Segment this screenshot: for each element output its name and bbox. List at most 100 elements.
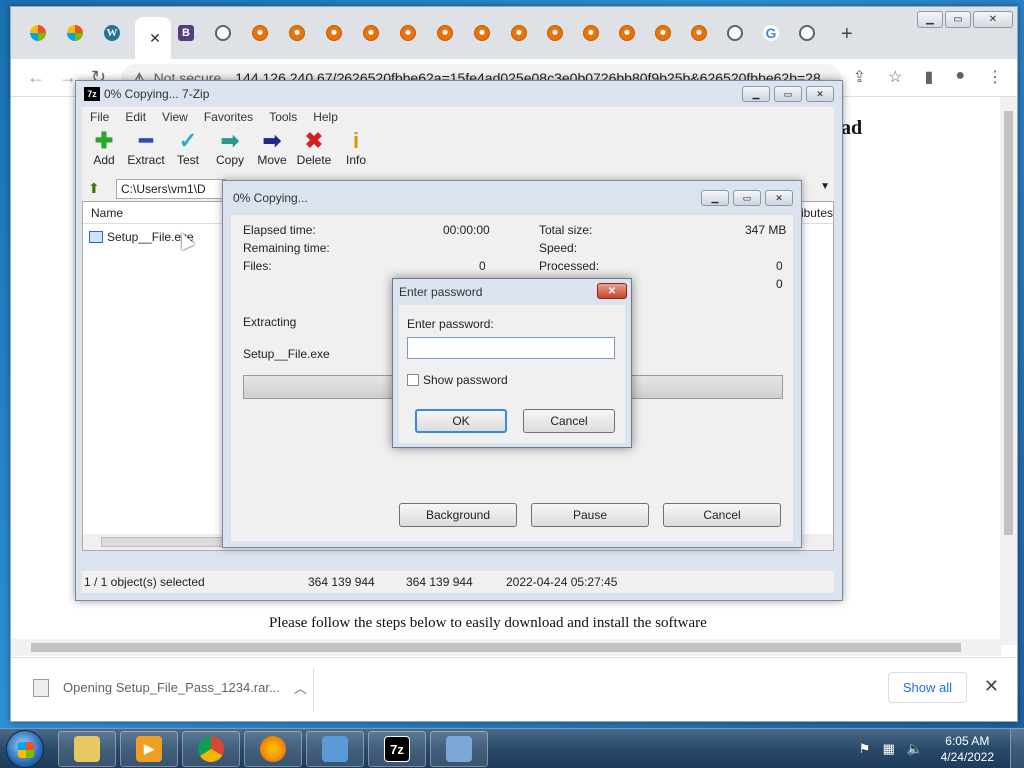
extract-button[interactable]: ━ Extract [124, 128, 168, 168]
menu-help[interactable]: Help [313, 110, 338, 124]
tab[interactable]: G [760, 22, 782, 44]
elapsed-value: 00:00:00 [443, 223, 490, 237]
chevron-down-icon[interactable]: ▼ [820, 181, 830, 192]
tab[interactable] [249, 22, 271, 44]
background-button[interactable]: Background [399, 503, 517, 527]
tab[interactable] [64, 22, 86, 44]
new-tab-button[interactable]: + [841, 23, 853, 46]
close-window-icon[interactable]: ✕ [765, 190, 793, 206]
network-icon[interactable]: ▦ [883, 741, 899, 757]
network-computer-icon [446, 736, 472, 762]
menu-file[interactable]: File [90, 110, 109, 124]
tab[interactable] [796, 22, 818, 44]
show-password-checkbox[interactable]: Show password [407, 373, 508, 387]
copy-button[interactable]: ➡ Copy [208, 129, 252, 168]
page-heading: ad [841, 117, 863, 139]
share-icon[interactable]: ⇪ [853, 67, 866, 87]
folder-up-icon[interactable]: ⬆ [88, 180, 106, 198]
close-tab-icon[interactable]: ✕ [149, 30, 161, 47]
menu-favorites[interactable]: Favorites [204, 110, 253, 124]
tab[interactable] [508, 22, 530, 44]
page-horizontal-scrollbar[interactable] [11, 639, 1001, 656]
scrollbar-thumb[interactable] [31, 643, 961, 652]
taskbar-media-player[interactable]: ▶ [120, 731, 178, 767]
globe-icon [215, 25, 231, 41]
window-titlebar[interactable]: 7z 0% Copying... 7-Zip [76, 81, 842, 107]
download-item[interactable]: Opening Setup_File_Pass_1234.rar... ︿ [33, 678, 307, 697]
dialog-title: Enter password [399, 285, 483, 299]
move-button[interactable]: ➡ Move [250, 129, 294, 168]
close-window-icon[interactable]: ✕ [973, 11, 1013, 28]
wordpress-icon: W [104, 25, 120, 41]
tab[interactable] [652, 22, 674, 44]
taskbar-7zip[interactable]: 7z [368, 731, 426, 767]
dialog-titlebar[interactable]: Enter password [393, 279, 631, 305]
minimize-icon[interactable]: ▁ [917, 11, 943, 28]
taskbar-firefox[interactable] [244, 731, 302, 767]
tab[interactable] [688, 22, 710, 44]
processed-value: 0 [776, 259, 783, 273]
tab[interactable] [471, 22, 493, 44]
operation-label: Extracting [243, 315, 297, 329]
close-icon[interactable]: ✕ [984, 676, 999, 697]
menu-view[interactable]: View [162, 110, 188, 124]
menu-icon[interactable]: ⋮ [987, 67, 1003, 87]
cancel-button[interactable]: Cancel [523, 409, 615, 433]
tab[interactable] [544, 22, 566, 44]
taskbar-network-app[interactable] [430, 731, 488, 767]
minimize-icon[interactable]: ▁ [742, 86, 770, 102]
windows-logo-icon [18, 742, 34, 758]
password-input[interactable] [407, 337, 615, 359]
menu-tools[interactable]: Tools [269, 110, 297, 124]
bookmark-star-icon[interactable]: ☆ [888, 67, 902, 87]
profile-icon[interactable]: ● [955, 67, 965, 87]
path-field[interactable]: C:\Users\vm1\D [116, 179, 226, 199]
tab[interactable] [724, 22, 746, 44]
column-attributes[interactable]: ributes [797, 206, 833, 220]
download-site-icon [655, 25, 671, 41]
pause-button[interactable]: Pause [531, 503, 649, 527]
show-all-button[interactable]: Show all [887, 672, 967, 703]
start-button[interactable] [6, 730, 44, 768]
close-icon[interactable]: ✕ [597, 283, 627, 299]
volume-icon[interactable]: 🔈 [907, 741, 923, 757]
minimize-icon[interactable]: ▁ [701, 190, 729, 206]
tab[interactable] [397, 22, 419, 44]
tab[interactable] [360, 22, 382, 44]
menu-edit[interactable]: Edit [125, 110, 146, 124]
action-center-icon[interactable]: ⚑ [859, 741, 875, 757]
maximize-icon[interactable]: ▭ [733, 190, 761, 206]
checkbox-icon[interactable] [407, 374, 419, 386]
delete-button[interactable]: ✖ Delete [292, 129, 336, 168]
tab[interactable] [212, 22, 234, 44]
maximize-icon[interactable]: ▭ [774, 86, 802, 102]
taskbar-explorer[interactable] [58, 731, 116, 767]
tab[interactable] [323, 22, 345, 44]
tab[interactable] [286, 22, 308, 44]
tab[interactable] [616, 22, 638, 44]
add-button[interactable]: ✚ Add [82, 129, 126, 168]
tab[interactable] [434, 22, 456, 44]
tab[interactable]: B [175, 22, 197, 44]
maximize-icon[interactable]: ▭ [945, 11, 971, 28]
taskbar-control-panel[interactable] [306, 731, 364, 767]
tab-active[interactable]: ✕ [135, 17, 171, 59]
cancel-button[interactable]: Cancel [663, 503, 781, 527]
taskbar-chrome[interactable] [182, 731, 240, 767]
side-panel-icon[interactable]: ▮ [925, 67, 934, 87]
test-button[interactable]: ✓ Test [166, 129, 210, 168]
ok-button[interactable]: OK [415, 409, 507, 433]
tab[interactable] [580, 22, 602, 44]
minus-icon: ━ [139, 128, 153, 153]
scrollbar-thumb[interactable] [1004, 111, 1013, 535]
tab[interactable] [27, 22, 49, 44]
close-window-icon[interactable]: ✕ [806, 86, 834, 102]
page-vertical-scrollbar[interactable] [1000, 97, 1017, 645]
info-button[interactable]: i Info [334, 129, 378, 168]
clock[interactable]: 6:05 AM 4/24/2022 [941, 733, 994, 765]
chevron-up-icon[interactable]: ︿ [294, 678, 307, 697]
back-icon[interactable]: ← [27, 67, 45, 88]
column-name[interactable]: Name [91, 206, 123, 220]
tab[interactable]: W [101, 22, 123, 44]
show-desktop-button[interactable] [1010, 729, 1024, 768]
